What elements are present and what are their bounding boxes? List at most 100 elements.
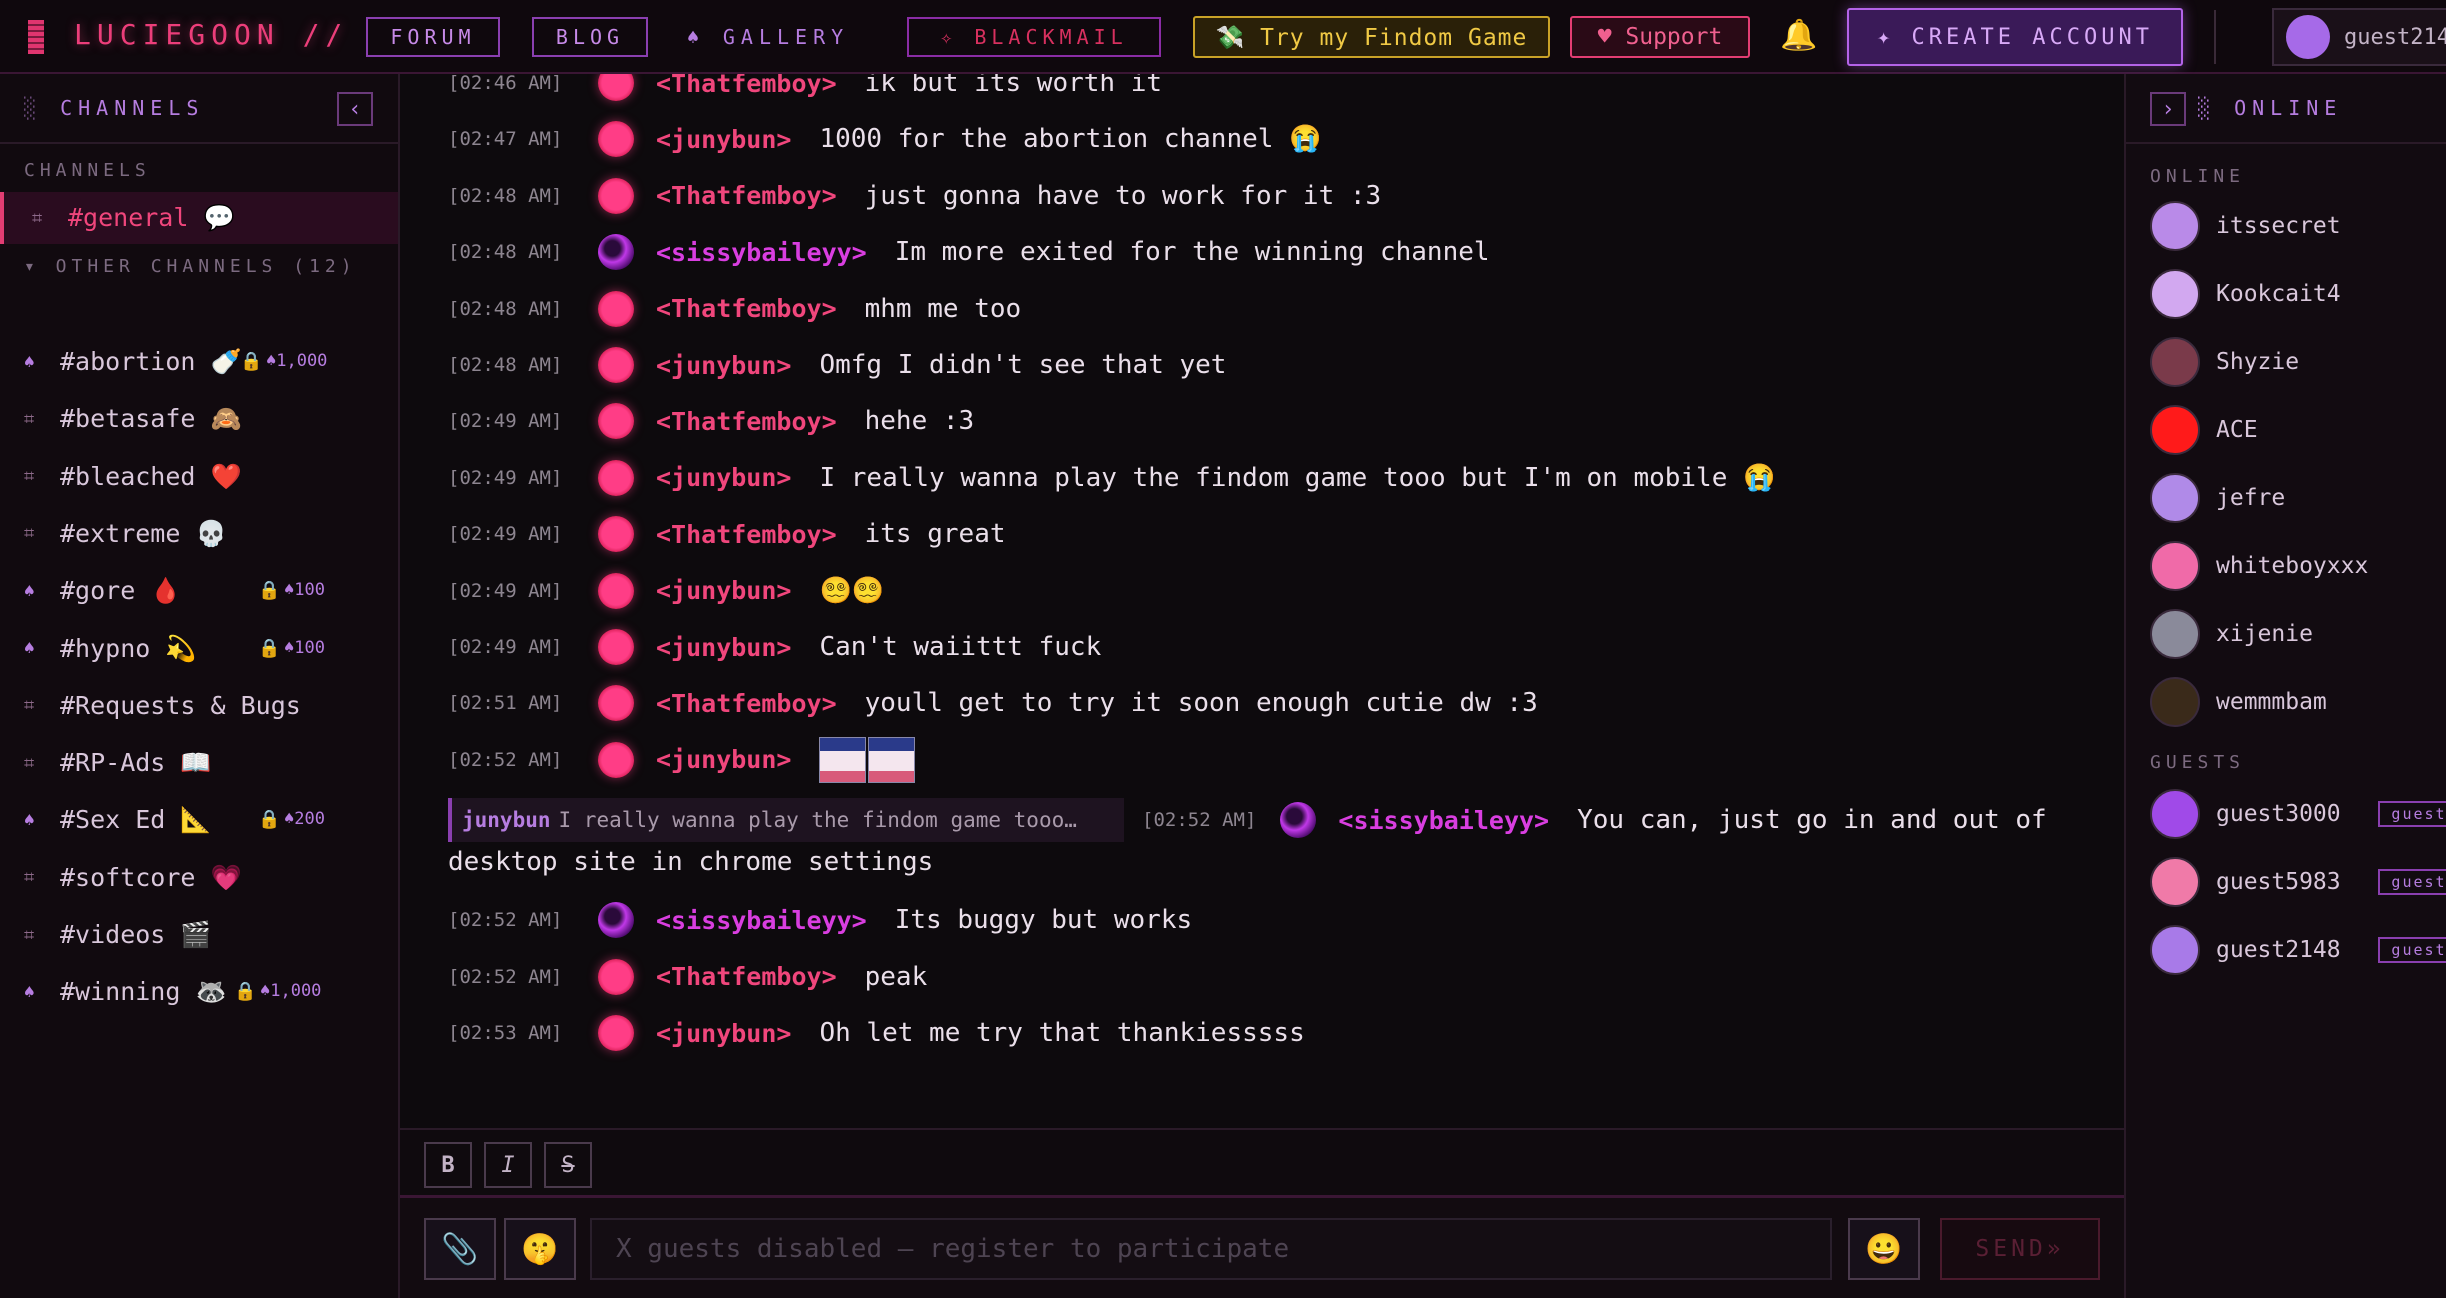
channel-item[interactable]: ♠ #hypno 💫 🔒 ♠100 — [0, 623, 398, 675]
avatar[interactable] — [598, 459, 634, 496]
message-author[interactable]: <sissybaileyy> — [656, 906, 867, 935]
logo-mark-icon — [28, 20, 44, 54]
findom-game-button[interactable]: 💸 Try my Findom Game — [1193, 16, 1550, 58]
support-button[interactable]: ♥ Support — [1570, 16, 1750, 58]
avatar[interactable] — [598, 290, 634, 327]
bold-button[interactable]: B — [424, 1142, 472, 1188]
username: xijenie — [2216, 621, 2313, 647]
top-bar: LUCIEGOON // FORUM BLOG ♠ GALLERY ✧ BLAC… — [0, 0, 2446, 74]
italic-button[interactable]: I — [484, 1142, 532, 1188]
guest-badge: guest — [2378, 869, 2446, 895]
message-author[interactable]: <Thatfemboy> — [656, 689, 837, 718]
online-user-item[interactable]: wemmmbam — [2150, 672, 2446, 732]
hash-icon: ⌗ — [24, 466, 35, 488]
avatar[interactable] — [598, 74, 634, 101]
message-author[interactable]: <junybun> — [656, 633, 791, 662]
other-channels-toggle[interactable]: ▾ OTHER CHANNELS (12) — [24, 256, 357, 277]
collapse-sidebar-button[interactable]: ‹ — [337, 92, 373, 126]
message-input[interactable]: X guests disabled — register to particip… — [590, 1218, 1832, 1280]
message-author[interactable]: <Thatfemboy> — [656, 294, 837, 323]
emoji-picker-icon[interactable]: 😀 — [1848, 1218, 1920, 1280]
username: Kookcait4 — [2216, 281, 2341, 307]
channel-item[interactable]: ♠ #winning 🦝 🔒 ♠1,000 — [0, 966, 398, 1018]
online-user-item[interactable]: itssecret — [2150, 196, 2446, 256]
nav-blackmail-button[interactable]: ✧ BLACKMAIL — [907, 17, 1161, 57]
username: guest2148 — [2216, 937, 2341, 963]
message-timestamp: [02:48 AM] — [448, 354, 563, 376]
avatar[interactable] — [598, 629, 634, 665]
avatar[interactable] — [598, 403, 634, 440]
reply-quote[interactable]: junybun I really wanna play the findom ga… — [448, 798, 1124, 842]
chat-message: [02:49 AM] <junybun> Can't waiittt fuck — [448, 625, 1101, 669]
channel-name: #bleached ❤️ — [60, 461, 242, 491]
channel-item[interactable]: ♠ #abortion 🍼 🔒 ♠1,000 — [0, 336, 398, 388]
expand-sidebar-button[interactable]: › — [2150, 92, 2186, 126]
channel-item[interactable]: ⌗ #extreme 💀 — [0, 508, 398, 560]
channel-item[interactable]: ♠ #gore 🩸 🔒 ♠100 — [0, 565, 398, 617]
channel-item[interactable]: ⌗ #videos 🎬 — [0, 909, 398, 961]
channel-item[interactable]: ⌗ #betasafe 🙈 — [0, 393, 398, 445]
avatar[interactable] — [598, 347, 634, 383]
message-timestamp: [02:48 AM] — [448, 184, 563, 207]
message-author[interactable]: <Thatfemboy> — [656, 520, 837, 549]
guest-item[interactable]: guest3000 guest — [2150, 784, 2446, 844]
chat-message: [02:46 AM] <Thatfemboy> ik but its worth i… — [448, 74, 1162, 105]
online-user-item[interactable]: Shyzie — [2150, 332, 2446, 392]
avatar[interactable] — [598, 177, 634, 214]
message-author[interactable]: <junybun> — [656, 125, 791, 154]
nav-forum-button[interactable]: FORUM — [366, 17, 500, 57]
message-author[interactable]: <Thatfemboy> — [656, 407, 837, 436]
chat-message: [02:49 AM] <Thatfemboy> hehe :3 — [448, 399, 974, 443]
message-author[interactable]: <junybun> — [656, 576, 791, 605]
message-author[interactable]: <junybun> — [656, 463, 791, 492]
site-logo[interactable]: LUCIEGOON // — [74, 18, 348, 51]
channel-price: ♠100 — [284, 637, 325, 658]
chat-log[interactable]: [02:46 AM] <Thatfemboy> ik but its worth i… — [400, 74, 2124, 1128]
online-user-item[interactable]: xijenie — [2150, 604, 2446, 664]
channel-item[interactable]: ⌗ #RP-Ads 📖 — [0, 737, 398, 789]
avatar[interactable] — [598, 741, 634, 778]
message-author[interactable]: <Thatfemboy> — [656, 74, 837, 98]
guest-item[interactable]: guest2148 guest — [2150, 920, 2446, 980]
avatar[interactable] — [598, 121, 634, 158]
attach-icon[interactable]: 📎 — [424, 1218, 496, 1280]
avatar[interactable] — [598, 1015, 634, 1051]
channel-item[interactable]: ⌗ #softcore 💗 — [0, 852, 398, 904]
channel-item[interactable]: ⌗ #bleached ❤️ — [0, 451, 398, 503]
message-author[interactable]: <junybun> — [656, 351, 791, 380]
guest-item[interactable]: guest5983 guest — [2150, 852, 2446, 912]
online-user-item[interactable]: Kookcait4 — [2150, 264, 2446, 324]
message-author[interactable]: <sissybaileyy> — [656, 238, 867, 267]
nav-gallery-button[interactable]: ♠ GALLERY — [676, 17, 860, 57]
message-author[interactable]: <Thatfemboy> — [656, 962, 837, 991]
message-text: youll get to try it soon enough cutie dw… — [864, 688, 1538, 719]
strikethrough-button[interactable]: S — [544, 1142, 592, 1188]
message-author[interactable]: <junybun> — [656, 1019, 791, 1048]
avatar[interactable] — [598, 572, 634, 609]
sticker-image[interactable] — [819, 736, 916, 783]
avatar[interactable] — [598, 685, 634, 722]
channel-item[interactable]: ⌗ #Requests & Bugs — [0, 680, 398, 732]
online-user-item[interactable]: ACE — [2150, 400, 2446, 460]
channel-general[interactable]: ⌗ #general 💬 — [0, 192, 398, 244]
message-author[interactable]: <junybun> — [656, 745, 791, 774]
avatar[interactable] — [598, 516, 634, 553]
username: Shyzie — [2216, 349, 2300, 375]
online-user-item[interactable]: jefre — [2150, 468, 2446, 528]
send-button[interactable]: SEND» — [1940, 1218, 2100, 1280]
online-user-item[interactable]: whiteboyxxx — [2150, 536, 2446, 596]
channel-item[interactable]: ♠ #Sex Ed 📐 🔒 ♠200 — [0, 794, 398, 846]
create-account-button[interactable]: ✦ CREATE ACCOUNT — [1847, 8, 2183, 66]
message-author[interactable]: <Thatfemboy> — [656, 181, 837, 210]
avatar[interactable] — [598, 902, 634, 938]
nav-blog-button[interactable]: BLOG — [532, 17, 648, 57]
shush-icon[interactable]: 🤫 — [504, 1218, 576, 1280]
avatar[interactable] — [1280, 802, 1317, 838]
bell-icon[interactable]: 🔔 — [1780, 18, 1817, 53]
message-timestamp: [02:49 AM] — [448, 523, 563, 546]
avatar[interactable] — [598, 958, 634, 995]
user-menu[interactable]: guest2148 — [2272, 8, 2446, 66]
avatar[interactable] — [598, 234, 634, 271]
message-timestamp: [02:52 AM] — [448, 909, 563, 931]
message-author[interactable]: <sissybaileyy> — [1338, 806, 1549, 835]
